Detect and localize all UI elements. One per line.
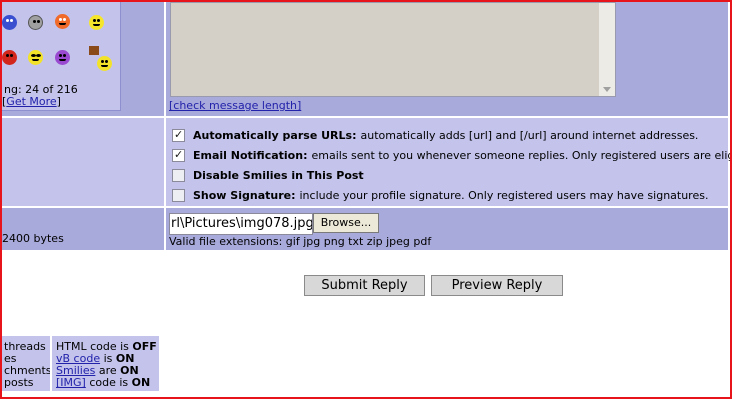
img-code-rule: [IMG] code is ON xyxy=(56,376,151,389)
option-label: Show Signature: xyxy=(193,188,296,202)
browse-button[interactable]: Browse... xyxy=(313,213,379,233)
posting-rules-left: threads es chments posts xyxy=(2,336,50,391)
max-attachment-size: 2400 bytes xyxy=(2,232,64,245)
posting-rules-codes: HTML code is OFF vB code is ON Smilies a… xyxy=(52,336,159,391)
option-show-signature: Show Signature: include your profile sig… xyxy=(172,187,708,203)
scroll-down-arrow-icon[interactable] xyxy=(603,87,611,92)
option-desc: emails sent to you whenever someone repl… xyxy=(311,148,732,162)
option-desc: include your profile signature. Only reg… xyxy=(299,188,709,202)
red-mad-face-icon[interactable] xyxy=(2,50,17,65)
yellow-face-icon[interactable] xyxy=(89,15,104,30)
valid-extensions: Valid file extensions: gif jpg png txt z… xyxy=(169,235,432,248)
option-label: Automatically parse URLs: xyxy=(193,128,357,142)
email-notification-checkbox[interactable] xyxy=(172,148,185,162)
get-more-link[interactable]: Get More xyxy=(6,95,56,108)
file-path-input[interactable]: rl\Pictures\img078.jpg xyxy=(169,213,313,235)
parse-urls-checkbox[interactable] xyxy=(172,128,185,142)
img-code-link[interactable]: [IMG] xyxy=(56,376,86,389)
option-desc: automatically adds [url] and [/url] arou… xyxy=(360,128,699,142)
submit-reply-button[interactable]: Submit Reply xyxy=(304,275,425,296)
option-parse-urls: Automatically parse URLs: automatically … xyxy=(172,127,698,143)
textarea-scrollbar[interactable] xyxy=(599,3,615,96)
option-label: Email Notification: xyxy=(193,148,308,162)
option-label: Disable Smilies in This Post xyxy=(193,168,364,182)
column-divider xyxy=(164,2,166,250)
disable-smilies-checkbox[interactable] xyxy=(172,168,185,182)
option-email-notification: Email Notification: emails sent to you w… xyxy=(172,147,732,163)
show-signature-checkbox[interactable] xyxy=(172,188,185,202)
check-message-length-link[interactable]: [check message length] xyxy=(169,99,301,112)
get-more-smilies: [Get More] xyxy=(2,95,61,108)
sunglasses-face-icon[interactable] xyxy=(28,50,43,65)
gray-face-icon[interactable] xyxy=(28,15,43,30)
rules-line: posts xyxy=(4,376,34,389)
blue-face-icon[interactable] xyxy=(2,15,17,30)
sign-face-icon[interactable] xyxy=(97,56,112,71)
sign-post-icon xyxy=(89,46,99,55)
red-angry-face-icon[interactable] xyxy=(55,14,70,29)
option-disable-smilies: Disable Smilies in This Post xyxy=(172,167,368,183)
purple-face-icon[interactable] xyxy=(55,50,70,65)
preview-reply-button[interactable]: Preview Reply xyxy=(431,275,563,296)
message-textarea[interactable] xyxy=(170,2,616,97)
